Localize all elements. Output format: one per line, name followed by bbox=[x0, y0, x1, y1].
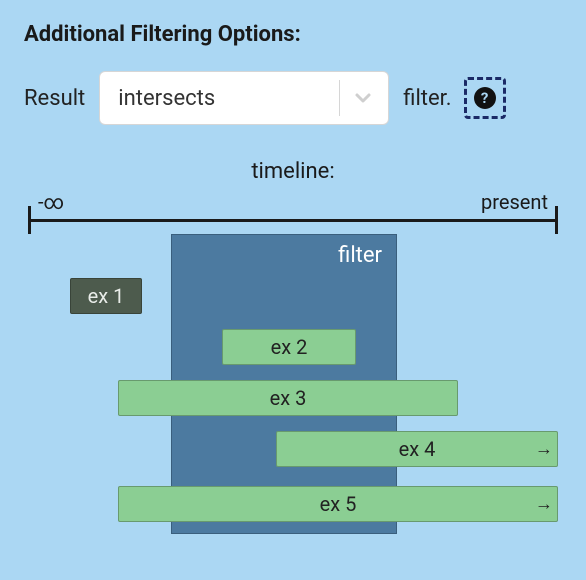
timeline-end-label: present bbox=[481, 190, 548, 214]
ragged-edge bbox=[552, 487, 558, 521]
example-bar-2: ex 2 bbox=[222, 329, 356, 365]
example-bar-1: ex 1 bbox=[70, 278, 142, 314]
ragged-edge bbox=[552, 432, 558, 466]
question-icon: ? bbox=[474, 87, 496, 109]
timeline-start-label: -∞ bbox=[38, 190, 64, 214]
bar-label: ex 5 bbox=[320, 492, 357, 516]
timeline-title: timeline: bbox=[24, 159, 562, 184]
result-label-after: filter. bbox=[403, 86, 451, 111]
result-row: Result intersects filter. ? bbox=[24, 71, 562, 125]
arrow-right-icon: → bbox=[535, 439, 553, 460]
bar-label: ex 3 bbox=[270, 386, 307, 410]
example-bar-3: ex 3 bbox=[118, 380, 458, 416]
select-divider bbox=[339, 80, 340, 116]
example-bar-4: ex 4 → bbox=[276, 431, 558, 467]
section-heading: Additional Filtering Options: bbox=[24, 22, 562, 47]
arrow-right-icon: → bbox=[535, 494, 553, 515]
bar-label: ex 2 bbox=[271, 335, 308, 359]
help-button[interactable]: ? bbox=[466, 79, 504, 117]
bar-label: ex 1 bbox=[88, 284, 125, 308]
filter-mode-value: intersects bbox=[118, 86, 331, 111]
bar-label: ex 4 bbox=[399, 437, 436, 461]
result-label-before: Result bbox=[24, 86, 85, 111]
chevron-down-icon bbox=[348, 88, 378, 108]
timeline-axis bbox=[28, 219, 558, 222]
filter-mode-select[interactable]: intersects bbox=[99, 71, 389, 125]
example-bar-5: ex 5 → bbox=[118, 486, 558, 522]
timeline-diagram: -∞ present filter ex 1 ex 2 ex 3 ex 4 → … bbox=[28, 190, 558, 550]
